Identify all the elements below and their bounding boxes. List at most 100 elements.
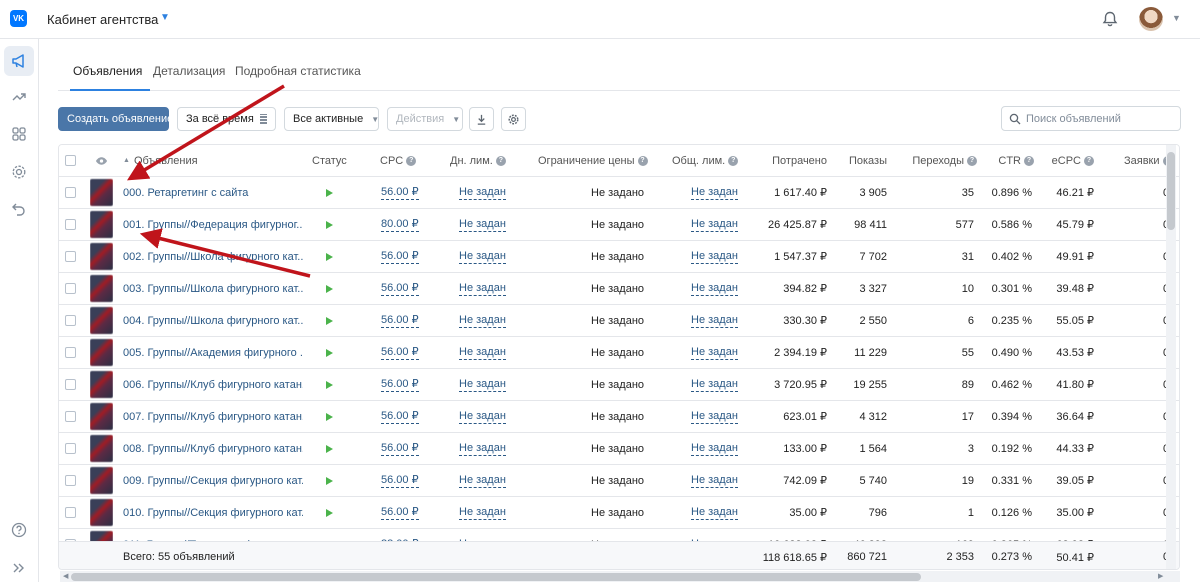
- table-row[interactable]: 004. Группы//Школа фигурного кат... 56.00…: [59, 305, 1179, 337]
- row-daily-limit-value[interactable]: Не задан: [459, 506, 506, 520]
- row-cpc[interactable]: 56.00 ₽: [381, 337, 431, 368]
- undo-icon[interactable]: [10, 200, 28, 218]
- row-ad-name[interactable]: 006. Группы//Клуб фигурного катан...: [123, 369, 303, 400]
- row-total-limit-value[interactable]: Не задан: [691, 314, 738, 328]
- row-checkbox[interactable]: [65, 177, 79, 208]
- table-row[interactable]: 007. Группы//Клуб фигурного катан... 56.0…: [59, 401, 1179, 433]
- col-clicks[interactable]: Переходы?: [899, 145, 977, 176]
- status-active-icon[interactable]: [326, 273, 336, 304]
- row-ad-name[interactable]: 003. Группы//Школа фигурного кат...: [123, 273, 303, 304]
- ad-name-link[interactable]: 004. Группы//Школа фигурного кат...: [123, 315, 303, 327]
- row-ad-name[interactable]: 007. Группы//Клуб фигурного катан...: [123, 401, 303, 432]
- tab-detailed-stats[interactable]: Подробная статистика: [235, 64, 361, 78]
- row-total-limit-value[interactable]: Не задан: [691, 346, 738, 360]
- row-daily-limit-value[interactable]: Не задан: [459, 250, 506, 264]
- ad-name-link[interactable]: 007. Группы//Клуб фигурного катан...: [123, 411, 303, 423]
- row-daily-limit-value[interactable]: Не задан: [459, 378, 506, 392]
- gear-icon[interactable]: [10, 163, 28, 181]
- ad-thumbnail[interactable]: [90, 209, 113, 240]
- bell-icon[interactable]: [1101, 10, 1119, 28]
- help-icon[interactable]: ?: [728, 155, 739, 166]
- table-row[interactable]: 005. Группы//Академия фигурного ... 56.00…: [59, 337, 1179, 369]
- help-icon[interactable]: ?: [406, 155, 417, 166]
- row-cpc-value[interactable]: 56.00 ₽: [381, 314, 419, 328]
- row-ad-name[interactable]: 001. Группы//Федерация фигурног...: [123, 209, 303, 240]
- row-cpc-value[interactable]: 56.00 ₽: [381, 346, 419, 360]
- row-daily-limit[interactable]: Не задан: [459, 369, 519, 400]
- row-cpc[interactable]: 56.00 ₽: [381, 241, 431, 272]
- row-cpc-value[interactable]: 56.00 ₽: [381, 282, 419, 296]
- status-active-icon[interactable]: [326, 433, 336, 464]
- download-button[interactable]: [469, 107, 494, 131]
- col-daily-limit[interactable]: Дн. лим.?: [450, 145, 510, 176]
- row-cpc-value[interactable]: 56.00 ₽: [381, 474, 419, 488]
- ad-thumbnail[interactable]: [90, 465, 113, 496]
- col-ctr[interactable]: CTR?: [979, 145, 1034, 176]
- row-total-limit-value[interactable]: Не задан: [691, 250, 738, 264]
- user-avatar[interactable]: [1139, 7, 1163, 31]
- row-daily-limit[interactable]: Не задан: [459, 305, 519, 336]
- table-row[interactable]: 001. Группы//Федерация фигурног... 80.00 …: [59, 209, 1179, 241]
- vk-logo-icon[interactable]: VK: [10, 10, 27, 27]
- row-cpc-value[interactable]: 56.00 ₽: [381, 506, 419, 520]
- row-checkbox[interactable]: [65, 241, 79, 272]
- status-active-icon[interactable]: [326, 465, 336, 496]
- ad-name-link[interactable]: 001. Группы//Федерация фигурног...: [123, 219, 303, 231]
- row-checkbox[interactable]: [65, 273, 79, 304]
- row-daily-limit-value[interactable]: Не задан: [459, 442, 506, 456]
- search-box[interactable]: [1001, 106, 1181, 131]
- table-row[interactable]: 000. Ретаргетинг с сайта 56.00 ₽ Не задан Н…: [59, 177, 1179, 209]
- row-ad-name[interactable]: 000. Ретаргетинг с сайта: [123, 177, 303, 208]
- row-checkbox[interactable]: [65, 209, 79, 240]
- row-total-limit-value[interactable]: Не задан: [691, 218, 738, 232]
- row-daily-limit-value[interactable]: Не задан: [459, 186, 506, 200]
- ad-thumbnail[interactable]: [90, 433, 113, 464]
- status-active-icon[interactable]: [326, 337, 336, 368]
- row-checkbox[interactable]: [65, 369, 79, 400]
- row-daily-limit[interactable]: Не задан: [459, 337, 519, 368]
- row-cpc[interactable]: 56.00 ₽: [381, 177, 431, 208]
- row-cpc[interactable]: 56.00 ₽: [381, 369, 431, 400]
- row-ad-name[interactable]: 002. Группы//Школа фигурного кат...: [123, 241, 303, 272]
- row-cpc-value[interactable]: 56.00 ₽: [381, 378, 419, 392]
- vertical-scroll-thumb[interactable]: [1167, 152, 1175, 230]
- row-ad-name[interactable]: 008. Группы//Клуб фигурного катан...: [123, 433, 303, 464]
- create-ad-button[interactable]: Создать объявление: [58, 107, 173, 131]
- col-total-limit[interactable]: Общ. лим.?: [672, 145, 742, 176]
- ad-name-link[interactable]: 010. Группы//Секция фигурного кат...: [123, 507, 303, 519]
- eye-icon[interactable]: [95, 145, 109, 176]
- expand-icon[interactable]: [10, 559, 28, 577]
- ad-name-link[interactable]: 006. Группы//Клуб фигурного катан...: [123, 379, 303, 391]
- status-active-icon[interactable]: [326, 305, 336, 336]
- status-active-icon[interactable]: [326, 177, 336, 208]
- row-ad-name[interactable]: 009. Группы//Секция фигурного кат...: [123, 465, 303, 496]
- col-price-limit[interactable]: Ограничение цены?: [538, 145, 658, 176]
- row-cpc[interactable]: 56.00 ₽: [381, 401, 431, 432]
- help-icon[interactable]: ?: [967, 155, 977, 166]
- row-checkbox[interactable]: [65, 497, 79, 528]
- col-cpc[interactable]: CPC?: [380, 145, 425, 176]
- row-daily-limit-value[interactable]: Не задан: [459, 474, 506, 488]
- actions-dropdown[interactable]: Действия ▼: [387, 107, 463, 131]
- col-name[interactable]: ▲ Объявления: [123, 145, 243, 176]
- row-daily-limit-value[interactable]: Не задан: [459, 282, 506, 296]
- ad-name-link[interactable]: 005. Группы//Академия фигурного ...: [123, 347, 303, 359]
- table-row[interactable]: 009. Группы//Секция фигурного кат... 56.0…: [59, 465, 1179, 497]
- row-cpc[interactable]: 56.00 ₽: [381, 497, 431, 528]
- row-daily-limit[interactable]: Не задан: [459, 401, 519, 432]
- ad-thumbnail[interactable]: [90, 273, 113, 304]
- ad-thumbnail[interactable]: [90, 497, 113, 528]
- tab-ads[interactable]: Объявления: [73, 64, 142, 78]
- row-daily-limit[interactable]: Не задан: [459, 433, 519, 464]
- help-icon[interactable]: [10, 521, 28, 539]
- ad-name-link[interactable]: 002. Группы//Школа фигурного кат...: [123, 251, 303, 263]
- chevron-down-icon[interactable]: ▼: [160, 12, 170, 23]
- scroll-left-icon[interactable]: ◀: [63, 572, 68, 580]
- row-cpc-value[interactable]: 56.00 ₽: [381, 186, 419, 200]
- period-button[interactable]: За всё время: [177, 107, 276, 131]
- row-cpc-value[interactable]: 56.00 ₽: [381, 442, 419, 456]
- row-cpc-value[interactable]: 56.00 ₽: [381, 250, 419, 264]
- row-total-limit-value[interactable]: Не задан: [691, 410, 738, 424]
- status-active-icon[interactable]: [326, 369, 336, 400]
- row-cpc[interactable]: 56.00 ₽: [381, 433, 431, 464]
